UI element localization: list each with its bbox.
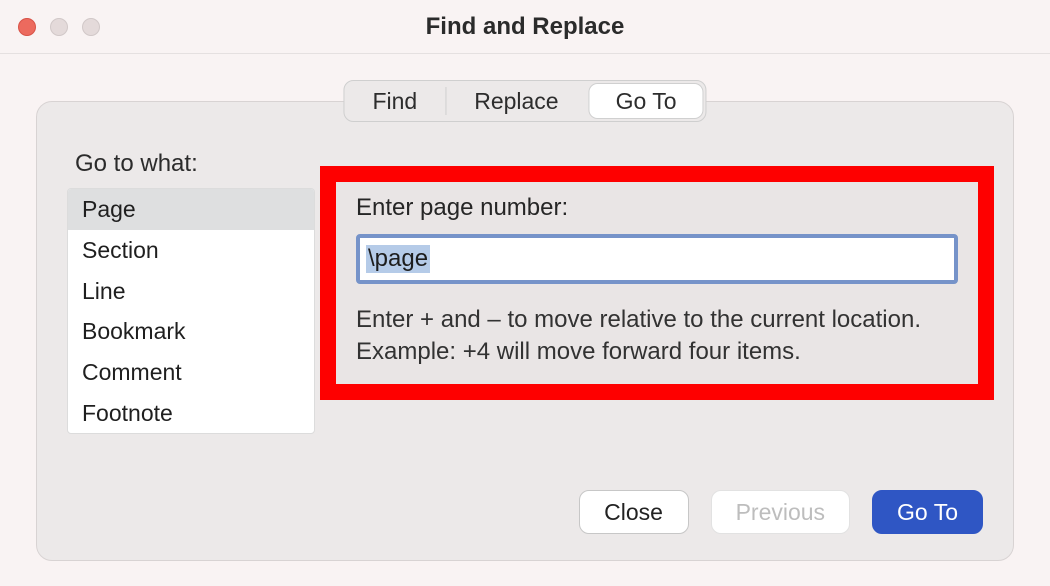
window-title: Find and Replace: [426, 13, 625, 41]
list-item-endnote[interactable]: Endnote: [68, 434, 314, 435]
goto-button[interactable]: Go To: [872, 490, 983, 534]
page-number-label: Enter page number:: [356, 194, 958, 222]
tab-replace[interactable]: Replace: [446, 81, 586, 121]
tab-goto[interactable]: Go To: [590, 84, 703, 118]
button-row: Close Previous Go To: [579, 490, 983, 534]
close-button[interactable]: Close: [579, 490, 689, 534]
content-area: Find Replace Go To Go to what: Page Sect…: [0, 54, 1050, 561]
window-minimize-button[interactable]: [50, 18, 68, 36]
list-item-page[interactable]: Page: [68, 189, 314, 230]
list-item-line[interactable]: Line: [68, 271, 314, 312]
tab-find[interactable]: Find: [344, 81, 445, 121]
window-zoom-button[interactable]: [82, 18, 100, 36]
titlebar: Find and Replace: [0, 0, 1050, 54]
previous-button: Previous: [711, 490, 850, 534]
page-number-hint: Enter + and – to move relative to the cu…: [356, 304, 958, 369]
page-number-input[interactable]: \page: [356, 234, 958, 284]
highlight-annotation: Enter page number: \page Enter + and – t…: [320, 166, 994, 400]
list-item-bookmark[interactable]: Bookmark: [68, 311, 314, 352]
goto-listbox[interactable]: Page Section Line Bookmark Comment Footn…: [67, 188, 315, 434]
highlight-inner: Enter page number: \page Enter + and – t…: [336, 182, 978, 369]
window-close-button[interactable]: [18, 18, 36, 36]
tab-bar: Find Replace Go To: [343, 80, 706, 122]
list-item-section[interactable]: Section: [68, 230, 314, 271]
traffic-lights: [18, 18, 100, 36]
page-number-input-value: \page: [366, 245, 430, 273]
list-item-comment[interactable]: Comment: [68, 352, 314, 393]
list-item-footnote[interactable]: Footnote: [68, 393, 314, 434]
